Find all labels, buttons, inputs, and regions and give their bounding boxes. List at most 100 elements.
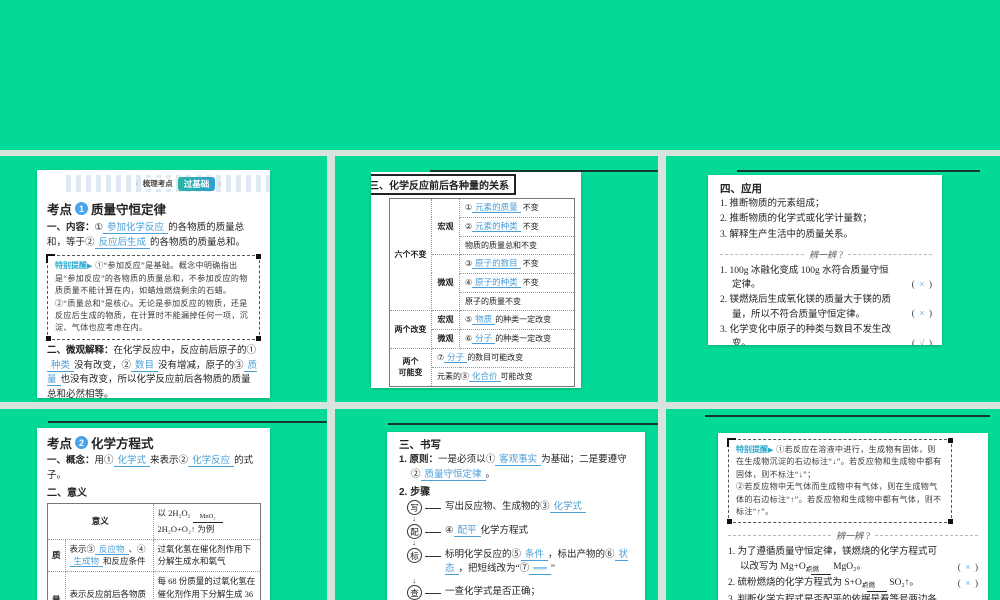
kaodian-number-badge: 1	[75, 202, 89, 215]
text: 原子的质量不变	[465, 296, 521, 306]
play-icon: ▶	[87, 262, 93, 271]
meaning-table: 意义 以 2H₂O₂ MnO₂ 2H₂O+O₂↑ 为例 质 表示③ 反应物 、④ 生成物和…	[47, 503, 262, 600]
row-key-cell: 质	[47, 538, 66, 573]
ribbon-label: 梳理考点	[140, 178, 175, 189]
special-reminder-box: 特别提醒▶ ①若反应在溶液中进行，生成物有固体，则在生成物沉淀的右边标注“↓”。…	[727, 438, 953, 525]
quiz-item: 1. 为了遵循质量守恒定律，镁燃烧的化学方程式可以改写为 Mg+O₂ 点燃 MgO₂…	[728, 545, 978, 576]
group-cell: 两个 可能变	[389, 347, 432, 387]
table-cell: 表示③ 反应物 、④ 生成物 和反应条件	[64, 538, 154, 573]
step-write: 写 写出反应物、生成物的③ 化学式	[407, 500, 635, 516]
column-divider-2	[658, 156, 666, 600]
slide-4[interactable]: 考点 2 化学方程式 一、概念：用① 化学式 来表示② 化学反应 的式子。 二、意义 意…	[37, 428, 270, 600]
answer-blank: 配平	[453, 525, 481, 538]
answer-blank: 分子	[472, 332, 496, 344]
text: 标明化学反应的⑤	[445, 550, 522, 561]
answer-blank: 数目	[131, 359, 159, 372]
text: 的种类一定改变	[495, 333, 552, 343]
answer-blank: 元素的质量	[472, 202, 521, 213]
slide-1[interactable]: ‹ 梳理考点 过基础 › 考点 1 质量守恒定律 一、内容：① 参加化学反应 的各物…	[37, 170, 270, 398]
text: 不变	[522, 203, 539, 212]
quiz-item: 3. 化学变化中原子的种类与数目不发生改变。 ( √ )	[720, 323, 932, 345]
text: 一查化学式是否正确；	[445, 587, 541, 598]
text: )	[970, 578, 978, 589]
step-description: 一查化学式是否正确； 二查是否配平； 三查生成物状态是否标注，标注是否	[445, 585, 635, 600]
quiz-text: 1. 100g 冰融化变成 100g 水符合质量守恒定律。	[720, 265, 889, 290]
text: )	[924, 278, 932, 289]
table-cell: ④ 原子的种类 不变	[459, 272, 575, 293]
corner-square	[46, 335, 51, 341]
text: )	[970, 561, 978, 572]
arrow-down-icon: ↓	[412, 514, 416, 524]
chevron-right-icon: ›	[218, 179, 221, 188]
step-dash	[425, 593, 441, 595]
text: )	[924, 308, 932, 319]
corner-bracket	[727, 438, 736, 447]
table-cell: ⑥ 分子 的种类一定改变	[459, 328, 575, 349]
text: 没有增减，原子的③	[158, 360, 244, 371]
quantities-table: 六个不变 宏观 ① 元素的质量 不变 ② 元素的种类 不变 物质的质量总和不变 微观…	[389, 198, 575, 387]
table-header-cell: 意义	[47, 503, 154, 540]
slide-2[interactable]: 三、化学反应前后各种量的关系 六个不变 宏观 ① 元素的质量 不变 ② 元素的种类 …	[371, 172, 581, 388]
answer-blank: 元素的种类	[472, 220, 521, 232]
quiz-label: 辨一辨 ?	[809, 249, 843, 260]
step-circle: 标	[407, 548, 422, 564]
text: ”	[550, 564, 555, 575]
list-item: 2. 推断物质的化学式或化学计量数；	[720, 214, 873, 225]
content-paragraph: 1. 原则：一是必须以① 客观事实 为基础；二是要遵守② 质量守恒定律。	[399, 453, 635, 482]
quiz-item: 1. 100g 冰融化变成 100g 水符合质量守恒定律。 ( × )	[720, 264, 932, 293]
answer-blank: 物质	[472, 313, 496, 325]
text: 的数目可能改变	[467, 352, 524, 362]
text: 的各物质的质量总和。	[150, 237, 246, 248]
slide-6[interactable]: 特别提醒▶ ①若反应在溶液中进行，生成物有固体，则在生成物沉淀的右边标注“↓”。…	[718, 433, 988, 600]
step-balance: 配 ④ 配平 化学方程式	[407, 524, 635, 540]
corner-square	[948, 438, 953, 443]
arrow-down-icon: ↓	[412, 538, 416, 548]
arrow-down-icon: ↓	[412, 575, 416, 585]
kaodian-heading-2: 考点 2 化学方程式	[47, 433, 261, 452]
quiz-text: MgO₂。	[833, 561, 866, 572]
subgroup-cell: 微观	[431, 253, 460, 311]
text: ①	[94, 223, 104, 233]
row-divider-middle	[0, 402, 1000, 409]
corner-square	[948, 519, 953, 525]
reminder-text: ②若反应物中无气体而生成物中有气体，则在生成物气体的右边标注“↑”。若反应物和生…	[736, 482, 942, 516]
table-row: 两个改变 宏观 ⑤ 物质 的种类一定改变	[389, 309, 575, 349]
table-cell: ⑦ 分子 的数目可能改变	[431, 347, 575, 368]
text: 一、概念：	[47, 455, 95, 466]
answer-blank: 生成物	[69, 556, 104, 568]
answer-blank: 反应物	[95, 543, 129, 555]
quiz-text: SO₂↑。	[889, 578, 919, 589]
table-row: 量 表示反应前后各物质之间的质量关系 每 68 份质量的过氧化氢在催化剂作用下分…	[47, 571, 262, 600]
text: (	[912, 337, 920, 345]
judgement-mark: ( × )	[958, 561, 978, 575]
corner-bracket	[46, 254, 55, 264]
chevron-left-icon: ‹	[135, 179, 138, 188]
text: )	[924, 337, 932, 345]
slide-5[interactable]: 三、书写 1. 原则：一是必须以① 客观事实 为基础；二是要遵守② 质量守恒定律。 2…	[387, 432, 645, 600]
table-row: 意义 以 2H₂O₂ MnO₂ 2H₂O+O₂↑ 为例	[47, 503, 262, 540]
answer-blank: 原子的种类	[472, 276, 521, 288]
text: 不变	[522, 258, 539, 268]
answer-blank: 客观事实	[495, 454, 542, 466]
step-circle: 查	[407, 585, 422, 600]
slide3-top-rule	[737, 170, 980, 172]
slide6-top-rule	[705, 415, 990, 417]
text: ④	[445, 526, 454, 537]
table-cell: 原子的质量不变	[459, 291, 575, 311]
slide-3[interactable]: 四、应用 1. 推断物质的元素组成； 2. 推断物质的化学式或化学计量数； 3.…	[708, 175, 942, 345]
quiz-text: 3. 判断化学方程式是否配平的依据是看等号两边各种元素的原子总数是否相等。	[728, 594, 938, 600]
section-subtitle: 二、意义	[47, 488, 87, 500]
table-cell: 表示反应前后各物质之间的质量关系	[64, 571, 154, 600]
step-circle: 配	[407, 524, 422, 540]
list-item: 3. 解释生产生活中的质量关系。	[720, 229, 854, 240]
table-cell: ③ 原子的数目 不变	[459, 253, 575, 274]
list-item: 1. 推断物质的元素组成；	[720, 199, 825, 209]
step-dash	[425, 532, 441, 534]
reminder-label: 特别提醒	[736, 445, 768, 454]
text: ，把短线改为“⑦	[458, 564, 530, 575]
text: 没有改变，②	[74, 360, 132, 371]
text: 不变	[522, 277, 539, 287]
reaction-arrow: MnO₂	[192, 514, 223, 523]
text: 为例	[197, 523, 215, 534]
text: 可能改变	[500, 371, 533, 381]
